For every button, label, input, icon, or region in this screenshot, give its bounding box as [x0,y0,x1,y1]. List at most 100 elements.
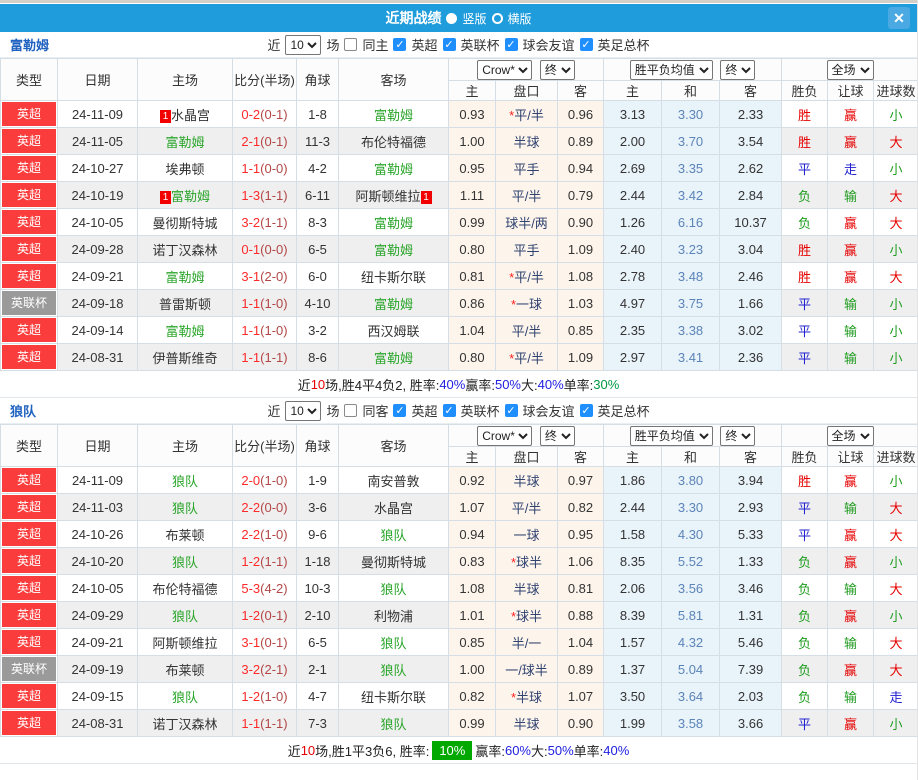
avg-time-select[interactable]: 终 [720,425,756,446]
cell-score: 2-1(0-1) [232,127,297,155]
cell-avg-away: 3.02 [719,316,783,344]
cell-handicap: *平/半 [495,262,558,290]
odds-source-select[interactable]: Crow* [477,425,533,446]
score-fulltime: 1-1 [241,295,261,311]
cell-handicap: 平/半 [495,181,558,209]
radio-horizontal-layout[interactable] [491,12,503,24]
cell-goals-result: 大 [873,655,917,683]
results-table: 类型 日期 主场 比分(半场) 角球 客场 Crow* 终 胜平负均值 终 全场… [0,424,917,737]
league-friendly-checkbox[interactable]: ✓ [504,404,518,417]
avg-time-select[interactable]: 终 [720,59,756,80]
league-badge: 英超 [2,318,56,342]
match-row: 英超 24-10-20 狼队 1-2(1-1) 1-18 曼彻斯特城 0.83 *球半 1.06… [0,547,917,575]
header-date: 日期 [57,58,138,101]
same-away-checkbox[interactable] [344,404,358,417]
radio-horizontal-label[interactable]: 横版 [508,10,532,27]
cell-score: 1-1(1-1) [232,343,297,371]
team-label: 西汉姆联 [367,323,420,339]
cell-result: 平 [781,709,829,737]
cell-result: 平 [781,316,829,344]
score-fulltime: 3-1 [241,634,261,650]
cell-handicap: 平/半 [495,316,558,344]
cell-date: 24-11-05 [57,127,138,155]
cell-team: 南安普敦 [338,466,449,494]
match-count-select[interactable]: 10 [285,400,322,421]
cell-avg-draw: 3.23 [661,235,721,263]
cell-handicap-result: 输 [827,316,875,344]
league-facup-checkbox[interactable]: ✓ [579,38,593,51]
games-label: 场 [326,404,340,419]
team-label: 曼彻斯特城 [152,215,218,231]
scope-select[interactable]: 全场 [826,59,874,80]
league-friendly-label: 球会友谊 [522,404,575,419]
cell-corners: 1-8 [296,100,339,128]
cell-team: 狼队 [137,601,233,629]
cell-league-type: 英超 [0,520,58,548]
cell-avg-away: 5.33 [719,520,783,548]
cell-avg-home: 2.00 [603,127,663,155]
scope-select[interactable]: 全场 [826,425,874,446]
radio-vertical-layout[interactable] [446,12,458,24]
team-label: 布伦特福德 [152,581,218,597]
header-corner: 角球 [296,424,339,467]
cell-home-odds: 1.00 [448,655,496,683]
cell-date: 24-10-05 [57,208,138,236]
team-label: 纽卡斯尔联 [360,689,426,705]
cell-avg-draw: 3.38 [661,316,721,344]
league-eflcup-checkbox[interactable]: ✓ [442,38,456,51]
handicap-label: 平手 [513,242,540,258]
league-facup-checkbox[interactable]: ✓ [579,404,593,417]
avg-type-select[interactable]: 胜平负均值 [629,425,713,446]
cell-handicap-result: 赢 [827,100,875,128]
match-row: 英超 24-11-05 富勒姆 2-1(0-1) 11-3 布伦特福德 1.00 半球 0.89… [0,127,917,155]
score-halftime: (0-0) [260,160,288,176]
same-home-label: 同主 [362,38,389,53]
cell-home-odds: 1.07 [448,493,496,521]
near-label: 近 [267,404,281,419]
cell-score: 3-2(1-1) [232,208,297,236]
cell-team: 富勒姆 [137,127,233,155]
league-friendly-checkbox[interactable]: ✓ [504,38,518,51]
cell-league-type: 英超 [0,601,58,629]
odds-source-select[interactable]: Crow* [477,59,533,80]
radio-vertical-label[interactable]: 竖版 [462,10,486,27]
cell-team: 布莱顿 [137,520,233,548]
cell-handicap: *一球 [495,289,558,317]
odds-time-select[interactable]: 终 [539,59,575,80]
cell-corners: 3-6 [296,493,339,521]
cell-handicap-result: 输 [827,181,875,209]
cell-team: 富勒姆 [137,316,233,344]
team-label: 伊普斯维奇 [152,350,218,366]
cell-team: 诺丁汉森林 [137,709,233,737]
cell-league-type: 英超 [0,316,58,344]
avg-type-select[interactable]: 胜平负均值 [629,59,713,80]
league-epl-label: 英超 [411,404,438,419]
same-home-checkbox[interactable] [344,38,358,51]
cell-home-odds: 0.85 [448,628,496,656]
cell-team: 水晶宫 [338,493,449,521]
cell-corners: 4-7 [296,682,339,710]
header-home: 主场 [137,58,233,101]
league-epl-checkbox[interactable]: ✓ [393,38,407,51]
match-row: 英超 24-10-26 布莱顿 2-2(1-0) 9-6 狼队 0.94 一球 0.95 1.58… [0,520,917,548]
close-button[interactable]: ✕ [888,7,910,29]
subheader-handicap: 盘口 [495,80,558,101]
score-fulltime: 5-3 [241,580,261,596]
cell-home-odds: 1.00 [448,127,496,155]
cell-away-odds: 1.09 [556,235,605,263]
handicap-label: 球半/两 [505,215,548,231]
league-badge: 英超 [2,684,56,708]
cell-date: 24-10-05 [57,574,138,602]
odds-time-select[interactable]: 终 [539,425,575,446]
match-count-select[interactable]: 10 [285,34,322,55]
cell-date: 24-09-14 [57,316,138,344]
cell-away-odds: 1.09 [556,343,605,371]
cell-away-odds: 0.96 [556,100,605,128]
score-halftime: (1-0) [260,472,288,488]
cell-league-type: 英超 [0,127,58,155]
league-eflcup-checkbox[interactable]: ✓ [442,404,456,417]
header-home: 主场 [137,424,233,467]
same-away-label: 同客 [362,404,389,419]
league-epl-checkbox[interactable]: ✓ [393,404,407,417]
cell-corners: 6-11 [296,181,339,209]
